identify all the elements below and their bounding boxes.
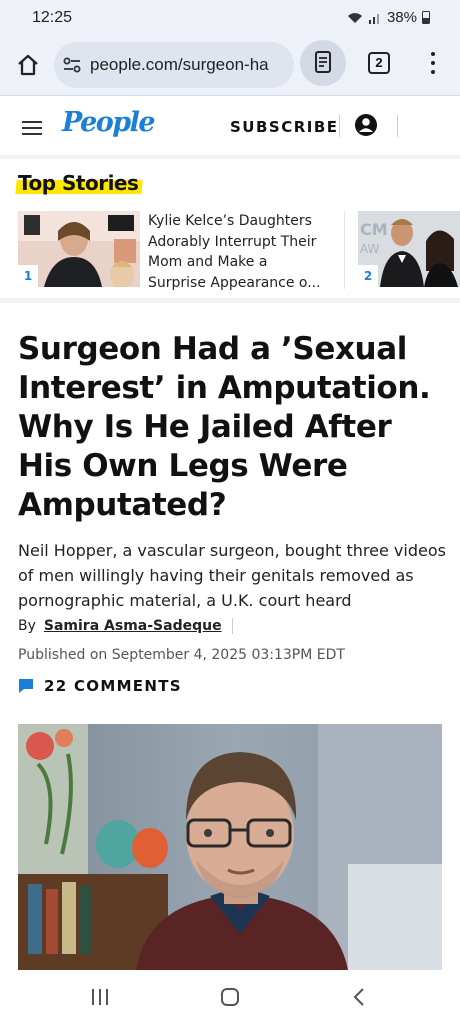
article-subheadline: Neil Hopper, a vascular surgeon, bought …	[18, 541, 446, 610]
byline-divider	[231, 618, 233, 634]
svg-text:AW: AW	[360, 242, 380, 256]
byline: By Samira Asma-Sadeque	[18, 618, 233, 634]
recent-apps-icon[interactable]	[90, 988, 110, 1006]
story-rank: 1	[18, 265, 38, 287]
story-card-2[interactable]: CM AW 2	[358, 211, 460, 289]
account-icon[interactable]	[354, 113, 378, 137]
wifi-icon	[347, 12, 362, 23]
browser-toolbar: people.com/surgeon-ha 2	[0, 36, 460, 96]
story-thumbnail[interactable]: 1	[18, 211, 140, 287]
site-logo[interactable]: People	[62, 107, 156, 138]
document-icon	[315, 51, 331, 73]
battery-percent: 38%	[386, 9, 417, 26]
published-date: Published on September 4, 2025 03:13PM E…	[18, 647, 345, 663]
site-header: People SUBSCRIBE	[0, 97, 460, 159]
url-text[interactable]: people.com/surgeon-ha	[90, 55, 288, 75]
card-divider	[344, 211, 345, 289]
subscribe-link[interactable]: SUBSCRIBE	[230, 118, 339, 136]
overflow-menu-icon[interactable]	[428, 50, 438, 76]
home-nav-icon[interactable]	[220, 987, 240, 1007]
address-bar[interactable]: people.com/surgeon-ha	[54, 42, 294, 88]
top-stories-title: Top Stories	[18, 171, 139, 195]
header-divider	[339, 115, 340, 137]
author-link[interactable]: Samira Asma-Sadeque	[44, 618, 222, 634]
comment-icon	[19, 679, 33, 693]
story-thumbnail[interactable]: CM AW 2	[358, 211, 460, 287]
home-icon[interactable]	[14, 51, 42, 79]
story-rank: 2	[358, 265, 378, 287]
battery-icon	[422, 11, 430, 24]
hero-photo	[18, 724, 442, 970]
signal-icon	[368, 13, 379, 24]
header-divider	[397, 115, 398, 137]
status-icons: 38%	[347, 9, 430, 26]
hamburger-menu-icon[interactable]	[22, 121, 42, 135]
system-navigation-bar	[0, 970, 460, 1024]
tab-switcher-button[interactable]: 2	[368, 52, 390, 74]
story-card-1[interactable]: 1 Kylie Kelce’s Daughters Adorably Inter…	[18, 211, 334, 291]
article-headline: Surgeon Had a ’Sexual Interest’ in Amput…	[18, 331, 431, 523]
reader-mode-button[interactable]	[300, 40, 346, 86]
comments-link[interactable]: 22 COMMENTS	[18, 677, 182, 695]
site-settings-icon[interactable]	[62, 55, 82, 75]
status-bar: 12:25 38%	[0, 0, 460, 36]
top-stories-section: Top Stories 1 Kylie Kelce’s Daughters Ad…	[0, 163, 460, 303]
byline-prefix: By	[18, 618, 36, 634]
story-title[interactable]: Kylie Kelce’s Daughters Adorably Interru…	[148, 211, 328, 293]
article-hero-image	[18, 724, 442, 970]
back-icon[interactable]	[352, 987, 366, 1007]
status-time: 12:25	[32, 9, 73, 26]
svg-text:CM: CM	[360, 220, 388, 239]
comments-count[interactable]: 22 COMMENTS	[44, 677, 182, 695]
